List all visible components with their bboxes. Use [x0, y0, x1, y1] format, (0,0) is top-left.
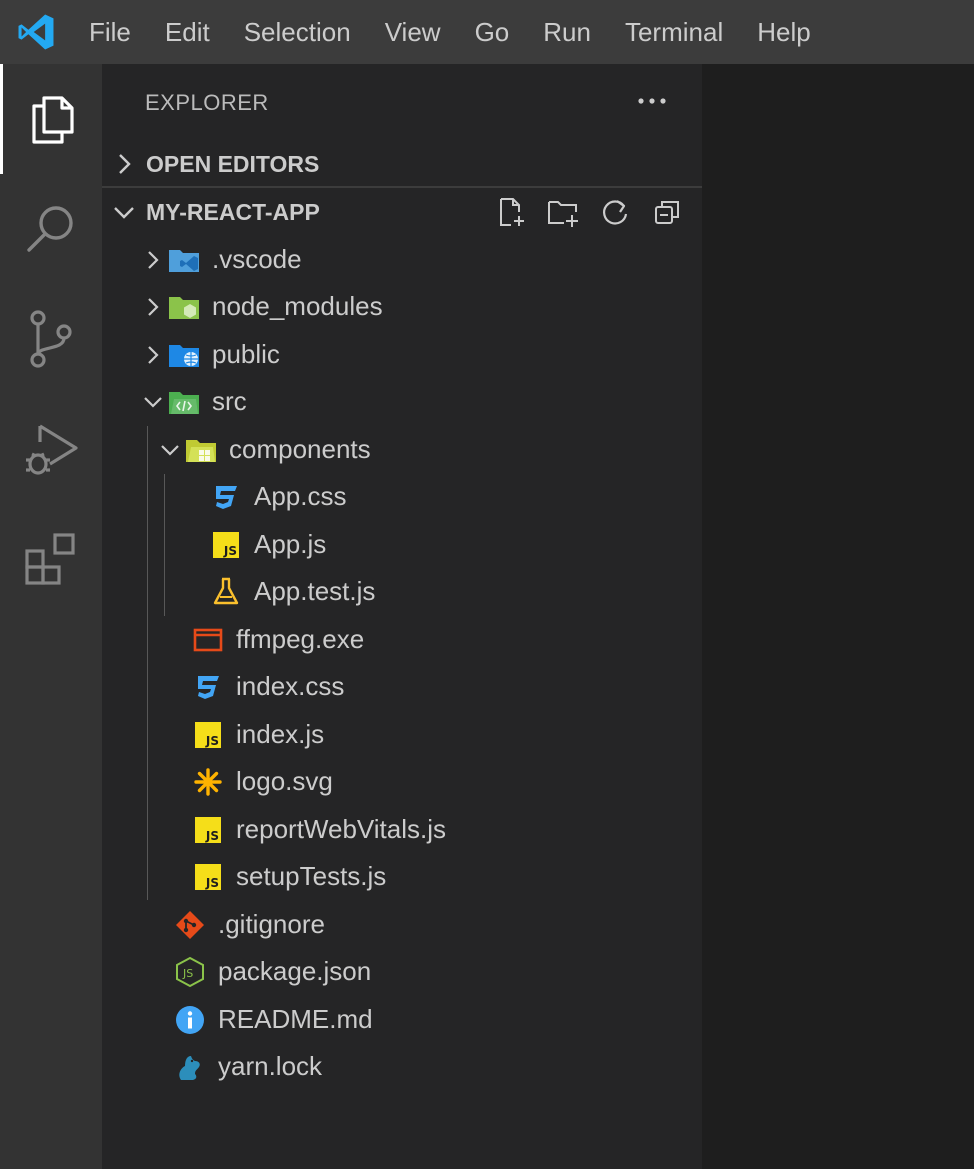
- tree-item-label: yarn.lock: [218, 1051, 323, 1081]
- chevron-down-icon: [102, 205, 146, 219]
- menu-selection[interactable]: Selection: [227, 0, 368, 64]
- js-icon: [190, 806, 226, 853]
- tree-item-setuptests-js[interactable]: setupTests.js: [102, 853, 702, 900]
- svg-icon: [190, 758, 226, 805]
- tree-item-label: node_modules: [212, 291, 383, 321]
- explorer-icon[interactable]: [0, 64, 102, 174]
- search-icon[interactable]: [0, 174, 102, 284]
- extensions-icon[interactable]: [0, 504, 102, 614]
- menu-file[interactable]: File: [72, 0, 148, 64]
- js-icon: [190, 711, 226, 758]
- collapse-all-icon[interactable]: [648, 193, 686, 231]
- info-icon: [172, 996, 208, 1043]
- tree-item-label: setupTests.js: [236, 861, 387, 891]
- yarn-icon: [172, 1043, 208, 1090]
- js-icon: [208, 521, 244, 568]
- menu-go[interactable]: Go: [458, 0, 527, 64]
- tree-item-index-css[interactable]: index.css: [102, 663, 702, 710]
- explorer-sidebar: EXPLORER OPEN EDITORS MY-REACT-APP .vsco…: [102, 64, 702, 1169]
- git-icon: [172, 901, 208, 948]
- tree-item-components[interactable]: components: [102, 426, 702, 473]
- tree-item-label: src: [212, 386, 247, 416]
- editor-area[interactable]: [702, 64, 974, 1169]
- chevron-right-icon: [140, 331, 166, 378]
- exe-icon: [190, 616, 226, 663]
- tree-item-gitignore[interactable]: .gitignore: [102, 901, 702, 948]
- vscode-folder-icon: [166, 236, 202, 283]
- test-flask-icon: [208, 568, 244, 615]
- components-folder-icon: [183, 426, 219, 473]
- tree-item-app-js[interactable]: App.js: [102, 521, 702, 568]
- chevron-down-icon: [140, 378, 166, 425]
- tree-item-label: .vscode: [212, 244, 302, 274]
- public-folder-icon: [166, 331, 202, 378]
- tree-item-app-css[interactable]: App.css: [102, 473, 702, 520]
- js-icon: [190, 853, 226, 900]
- tree-item-label: App.js: [254, 529, 327, 559]
- svg-text:JS: JS: [182, 967, 193, 980]
- tree-item-logo-svg[interactable]: logo.svg: [102, 758, 702, 805]
- tree-item-label: package.json: [218, 956, 372, 986]
- tree-item-label: public: [212, 339, 280, 369]
- tree-item-public[interactable]: public: [102, 331, 702, 378]
- css-icon: [190, 663, 226, 710]
- tree-item-reportwebvitals-js[interactable]: reportWebVitals.js: [102, 806, 702, 853]
- tree-item-yarn-lock[interactable]: yarn.lock: [102, 1043, 702, 1090]
- tree-item-label: index.js: [236, 719, 325, 749]
- src-folder-icon: [166, 378, 202, 425]
- tree-item-label: App.test.js: [254, 576, 376, 606]
- menu-terminal[interactable]: Terminal: [608, 0, 740, 64]
- open-editors-label: OPEN EDITORS: [146, 150, 320, 177]
- menu-view[interactable]: View: [368, 0, 458, 64]
- section-divider: [102, 186, 702, 188]
- tree-item-label: reportWebVitals.js: [236, 814, 447, 844]
- activity-bar: [0, 64, 102, 1169]
- tree-item-ffmpeg-exe[interactable]: ffmpeg.exe: [102, 616, 702, 663]
- tree-item-label: components: [229, 434, 371, 464]
- tree-item-label: index.css: [236, 671, 345, 701]
- tree-item-label: README.md: [218, 1004, 373, 1034]
- chevron-right-icon: [140, 236, 166, 283]
- vscode-logo-icon: [0, 0, 72, 64]
- open-editors-header[interactable]: OPEN EDITORS: [102, 141, 702, 187]
- title-bar: File Edit Selection View Go Run Terminal…: [0, 0, 974, 64]
- menu-edit[interactable]: Edit: [148, 0, 227, 64]
- tree-item-index-js[interactable]: index.js: [102, 711, 702, 758]
- tree-item-package-json[interactable]: JS package.json: [102, 948, 702, 995]
- refresh-icon[interactable]: [596, 193, 634, 231]
- tree-item-app-test-js[interactable]: App.test.js: [102, 568, 702, 615]
- workspace-label: MY-REACT-APP: [146, 198, 320, 225]
- run-debug-icon[interactable]: [0, 394, 102, 504]
- tree-item-label: .gitignore: [218, 909, 325, 939]
- source-control-icon[interactable]: [0, 284, 102, 394]
- workspace-actions: [492, 189, 686, 235]
- menu-help[interactable]: Help: [740, 0, 827, 64]
- new-folder-icon[interactable]: [544, 193, 582, 231]
- node-folder-icon: [166, 283, 202, 330]
- chevron-right-icon: [140, 283, 166, 330]
- tree-item-node-modules[interactable]: node_modules: [102, 283, 702, 330]
- node-json-icon: JS: [172, 948, 208, 995]
- tree-item-src[interactable]: src: [102, 378, 702, 425]
- ellipsis-icon[interactable]: [632, 86, 672, 116]
- tree-item-label: ffmpeg.exe: [236, 624, 365, 654]
- chevron-right-icon: [102, 153, 146, 175]
- new-file-icon[interactable]: [492, 193, 530, 231]
- menu-run[interactable]: Run: [526, 0, 608, 64]
- chevron-down-icon: [157, 426, 183, 473]
- explorer-title: EXPLORER: [145, 90, 269, 115]
- tree-item-readme-md[interactable]: README.md: [102, 996, 702, 1043]
- tree-item-label: logo.svg: [236, 766, 333, 796]
- css-icon: [208, 473, 244, 520]
- tree-item-label: App.css: [254, 481, 347, 511]
- tree-item-vscode[interactable]: .vscode: [102, 236, 702, 283]
- workspace-header[interactable]: MY-REACT-APP: [102, 189, 702, 235]
